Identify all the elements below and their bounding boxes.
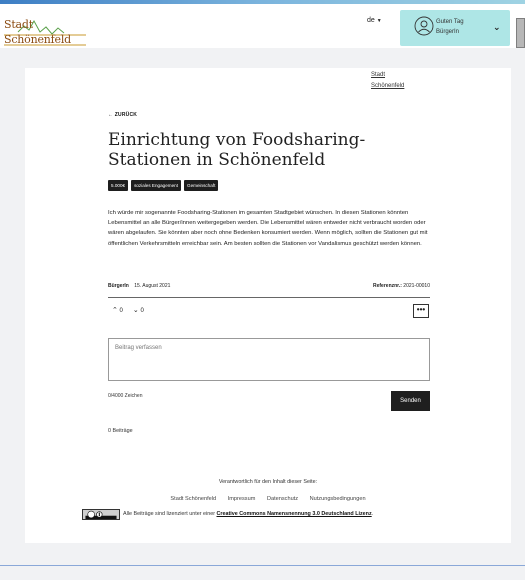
- creative-commons-icon[interactable]: [82, 509, 120, 520]
- footer-links: Stadt Schönenfeld Impressum Datenschutz …: [25, 496, 511, 502]
- user-avatar-icon: [414, 16, 434, 36]
- upvote-count: 0: [119, 308, 123, 314]
- breadcrumb-line-1: Stadt: [371, 72, 386, 78]
- breadcrumb-line-2: Schönenfeld: [371, 83, 405, 89]
- proposal-description: Ich würde mir sogenannte Foodsharing-Sta…: [108, 210, 428, 247]
- footer-responsible: Verantwortlich für den Inhalt dieser Sei…: [218, 479, 318, 485]
- author-name: BürgerIn: [108, 283, 129, 289]
- footer-link-imprint[interactable]: Impressum: [228, 496, 256, 502]
- caret-down-icon: ▼: [376, 18, 382, 24]
- tag-list: 5.000€ soziales Engagement Gemeinschaft: [108, 180, 219, 191]
- license-suffix: .: [371, 511, 374, 517]
- user-menu[interactable]: Guten Tag BürgerIn ⌄: [400, 10, 510, 46]
- tag-budget[interactable]: 5.000€: [108, 180, 129, 191]
- reference-number: Referenznr.: 2021-00010: [373, 283, 430, 289]
- language-value: de: [367, 17, 375, 24]
- user-greeting: Guten Tag BürgerIn: [436, 17, 464, 37]
- bottom-divider: [0, 565, 525, 566]
- page-title: Einrichtung von Foodsharing-Stationen in…: [108, 130, 366, 170]
- proposal-card: Stadt Schönenfeld ← ZURÜCK Einrichtung v…: [25, 68, 511, 543]
- proposal-meta: BürgerIn 15. August 2021 Referenznr.: 20…: [108, 283, 430, 289]
- tag-category[interactable]: soziales Engagement: [131, 180, 181, 191]
- license-text: Alle Beiträge sind lizenziert unter eine…: [123, 511, 373, 517]
- breadcrumb[interactable]: Stadt Schönenfeld: [371, 70, 433, 92]
- side-panel-icon[interactable]: [516, 18, 525, 48]
- chevron-down-icon: ⌄: [493, 22, 501, 32]
- tag-topic[interactable]: Gemeinschaft: [184, 180, 219, 191]
- license-prefix: Alle Beiträge sind lizenziert unter eine…: [123, 511, 215, 517]
- greeting-text: Guten Tag: [436, 19, 464, 25]
- site-header: Stadt Schönenfeld de ▼ Guten Tag BürgerIn…: [0, 4, 525, 48]
- downvote-button[interactable]: ⌄ 0: [133, 306, 144, 314]
- comment-input[interactable]: [108, 338, 430, 381]
- downvote-count: 0: [140, 308, 144, 314]
- vote-controls: ⌃ 0 ⌄ 0: [112, 306, 144, 314]
- send-button[interactable]: Senden: [391, 391, 430, 411]
- city-logo[interactable]: Stadt Schönenfeld: [4, 14, 86, 46]
- logo-line-1: Stadt: [4, 18, 33, 31]
- proposal-date: 15. August 2021: [134, 283, 171, 289]
- footer-link-privacy[interactable]: Datenschutz: [267, 496, 298, 502]
- arrow-up-icon: ⌃: [112, 307, 118, 314]
- reference-label: Referenznr.:: [373, 283, 402, 289]
- license-link[interactable]: Creative Commons Namensnennung 3.0 Deuts…: [217, 511, 372, 517]
- footer-link-terms[interactable]: Nutzungsbedingungen: [310, 496, 366, 502]
- more-options-button[interactable]: •••: [413, 304, 429, 318]
- license-notice: Alle Beiträge sind lizenziert unter eine…: [82, 509, 472, 521]
- back-link[interactable]: ← ZURÜCK: [108, 112, 137, 118]
- upvote-button[interactable]: ⌃ 0: [112, 306, 123, 314]
- posts-count: 0 Beiträge: [108, 428, 133, 434]
- logo-line-2: Schönenfeld: [4, 33, 72, 46]
- language-select[interactable]: de ▼: [367, 17, 382, 24]
- divider: [108, 297, 430, 298]
- character-counter: 0/4000 Zeichen: [108, 393, 143, 399]
- footer-link-city[interactable]: Stadt Schönenfeld: [170, 496, 216, 502]
- reference-value: 2021-00010: [403, 283, 430, 289]
- arrow-down-icon: ⌄: [132, 307, 139, 314]
- username-text: BürgerIn: [436, 29, 460, 35]
